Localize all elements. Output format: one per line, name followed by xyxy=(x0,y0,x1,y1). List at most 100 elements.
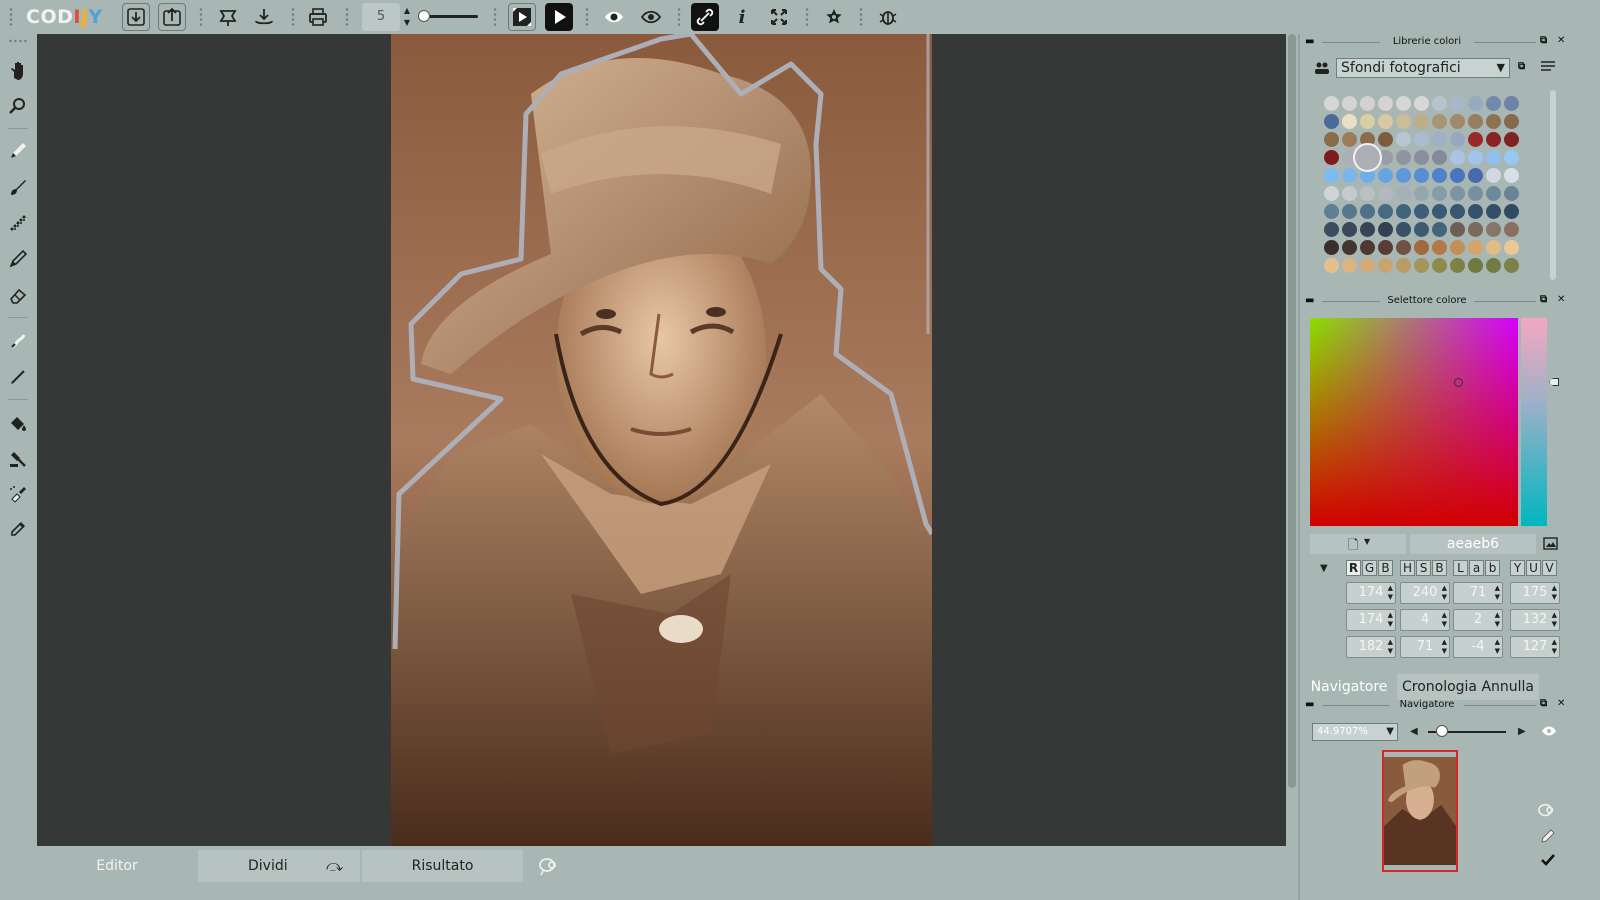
channel-stepper[interactable]: ▲ ▼ xyxy=(1552,638,1557,656)
palette-swatch[interactable] xyxy=(1450,186,1465,201)
palette-swatch[interactable] xyxy=(1504,168,1519,183)
channel-stepper[interactable]: ▲ ▼ xyxy=(1552,611,1557,629)
channel-toggle-h[interactable]: H xyxy=(1400,560,1415,576)
channel-input-b[interactable]: 182 ▲ ▼ xyxy=(1346,636,1396,658)
save-button[interactable] xyxy=(250,3,278,31)
palette-swatch[interactable] xyxy=(1396,204,1411,219)
channel-input-b[interactable]: -4 ▲ ▼ xyxy=(1453,636,1503,658)
palette-swatch[interactable] xyxy=(1342,96,1357,111)
palette-swatch[interactable] xyxy=(1468,132,1483,147)
fullscreen-button[interactable] xyxy=(765,3,793,31)
palette-swatch[interactable] xyxy=(1396,240,1411,255)
palette-swatch[interactable] xyxy=(1396,168,1411,183)
palette-swatch[interactable] xyxy=(1432,258,1447,273)
palette-swatch[interactable] xyxy=(1486,150,1501,165)
play-button[interactable] xyxy=(545,3,573,31)
palette-swatch[interactable] xyxy=(1468,168,1483,183)
photo-canvas-image[interactable] xyxy=(391,34,932,846)
brush-tool[interactable] xyxy=(4,173,32,201)
palette-swatch[interactable] xyxy=(1486,240,1501,255)
collapse-libraries-button[interactable]: ▬ xyxy=(1305,36,1314,47)
channel-toggle-r[interactable]: R xyxy=(1346,560,1361,576)
palette-swatch[interactable] xyxy=(1504,114,1519,129)
palette-swatch[interactable] xyxy=(1504,204,1519,219)
palette-swatch[interactable] xyxy=(1504,186,1519,201)
palette-swatch[interactable] xyxy=(1486,114,1501,129)
palette-swatch[interactable] xyxy=(1396,150,1411,165)
palette-swatch[interactable] xyxy=(1432,222,1447,237)
zoom-in-button[interactable]: ▶ xyxy=(1518,726,1526,737)
channel-toggle-b[interactable]: B xyxy=(1432,560,1447,576)
palette-swatch[interactable] xyxy=(1468,204,1483,219)
hand-tool[interactable] xyxy=(4,56,32,84)
zoom-slider-knob[interactable] xyxy=(1435,725,1448,737)
channel-toggle-s[interactable]: S xyxy=(1416,560,1431,576)
palette-swatch[interactable] xyxy=(1414,114,1429,129)
compare-button[interactable] xyxy=(538,856,560,876)
palette-swatch[interactable] xyxy=(1360,222,1375,237)
palette-swatch[interactable] xyxy=(1432,96,1447,111)
palette-swatch[interactable] xyxy=(1378,96,1393,111)
palette-swatch[interactable] xyxy=(1432,132,1447,147)
channel-input-r[interactable]: 174 ▲ ▼ xyxy=(1346,582,1396,604)
palette-swatch[interactable] xyxy=(1378,186,1393,201)
screen-picker-button[interactable] xyxy=(1543,536,1558,551)
palette-swatch[interactable] xyxy=(1414,240,1429,255)
channel-stepper[interactable]: ▲ ▼ xyxy=(1388,584,1393,602)
swap-icon[interactable]: ⤼ xyxy=(326,850,343,882)
palette-swatch[interactable] xyxy=(1396,96,1411,111)
palette-swatch[interactable] xyxy=(1414,96,1429,111)
palette-swatch[interactable] xyxy=(1360,204,1375,219)
library-menu-button[interactable] xyxy=(1540,60,1556,74)
channel-stepper[interactable]: ▲ ▼ xyxy=(1495,638,1500,656)
export-button[interactable] xyxy=(158,3,186,31)
palette-swatch[interactable] xyxy=(1414,258,1429,273)
undock-libraries-icon[interactable]: ⧉ xyxy=(1540,35,1547,46)
palette-swatch[interactable] xyxy=(1396,258,1411,273)
palette-swatch[interactable] xyxy=(1486,132,1501,147)
tab-result[interactable]: Risultato xyxy=(362,850,523,882)
eye-button[interactable] xyxy=(600,3,628,31)
palette-swatch[interactable] xyxy=(1378,168,1393,183)
channel-input-s[interactable]: 4 ▲ ▼ xyxy=(1400,609,1450,631)
palette-swatch[interactable] xyxy=(1468,258,1483,273)
palette-swatch[interactable] xyxy=(1486,222,1501,237)
palette-swatch[interactable] xyxy=(1450,204,1465,219)
palette-swatch[interactable] xyxy=(1468,96,1483,111)
channel-toggle-a[interactable]: a xyxy=(1469,560,1484,576)
brush-size-slider-knob[interactable] xyxy=(418,10,430,22)
palette-swatch[interactable] xyxy=(1486,204,1501,219)
palette-swatch[interactable] xyxy=(1324,150,1339,165)
fill-bucket-tool[interactable] xyxy=(4,409,32,437)
zoom-out-button[interactable]: ◀ xyxy=(1410,726,1418,737)
palette-swatch[interactable] xyxy=(1396,186,1411,201)
palette-swatch[interactable] xyxy=(1432,168,1447,183)
link-button[interactable] xyxy=(691,3,719,31)
palette-swatch[interactable] xyxy=(1342,240,1357,255)
palette-scrollbar[interactable] xyxy=(1550,90,1556,280)
zoom-level-select[interactable]: 44.9707% ▼ xyxy=(1312,723,1398,741)
import-button[interactable] xyxy=(122,3,150,31)
zoom-tool[interactable] xyxy=(4,92,32,120)
palette-swatch[interactable] xyxy=(1414,150,1429,165)
palette-swatch[interactable] xyxy=(1324,204,1339,219)
hue-slider[interactable] xyxy=(1521,318,1547,526)
palette-swatch[interactable] xyxy=(1468,186,1483,201)
view-toggle-button[interactable] xyxy=(637,3,665,31)
palette-swatch[interactable] xyxy=(1432,204,1447,219)
palette-swatch[interactable] xyxy=(1414,132,1429,147)
palette-swatch[interactable] xyxy=(1486,186,1501,201)
collapse-channels-icon[interactable]: ▼ xyxy=(1320,563,1328,574)
channel-stepper[interactable]: ▲ ▼ xyxy=(1388,611,1393,629)
palette-swatch[interactable] xyxy=(1414,204,1429,219)
palette-swatch[interactable] xyxy=(1360,186,1375,201)
pencil-tool[interactable] xyxy=(4,137,32,165)
channel-input-u[interactable]: 132 ▲ ▼ xyxy=(1510,609,1560,631)
close-color-picker-icon[interactable]: ✕ xyxy=(1557,294,1565,305)
palette-swatch[interactable] xyxy=(1324,186,1339,201)
channel-stepper[interactable]: ▲ ▼ xyxy=(1495,611,1500,629)
palette-swatch[interactable] xyxy=(1342,222,1357,237)
palette-swatch[interactable] xyxy=(1360,258,1375,273)
library-select[interactable]: Sfondi fotografici ▼ xyxy=(1336,58,1510,78)
channel-stepper[interactable]: ▲ ▼ xyxy=(1442,638,1447,656)
